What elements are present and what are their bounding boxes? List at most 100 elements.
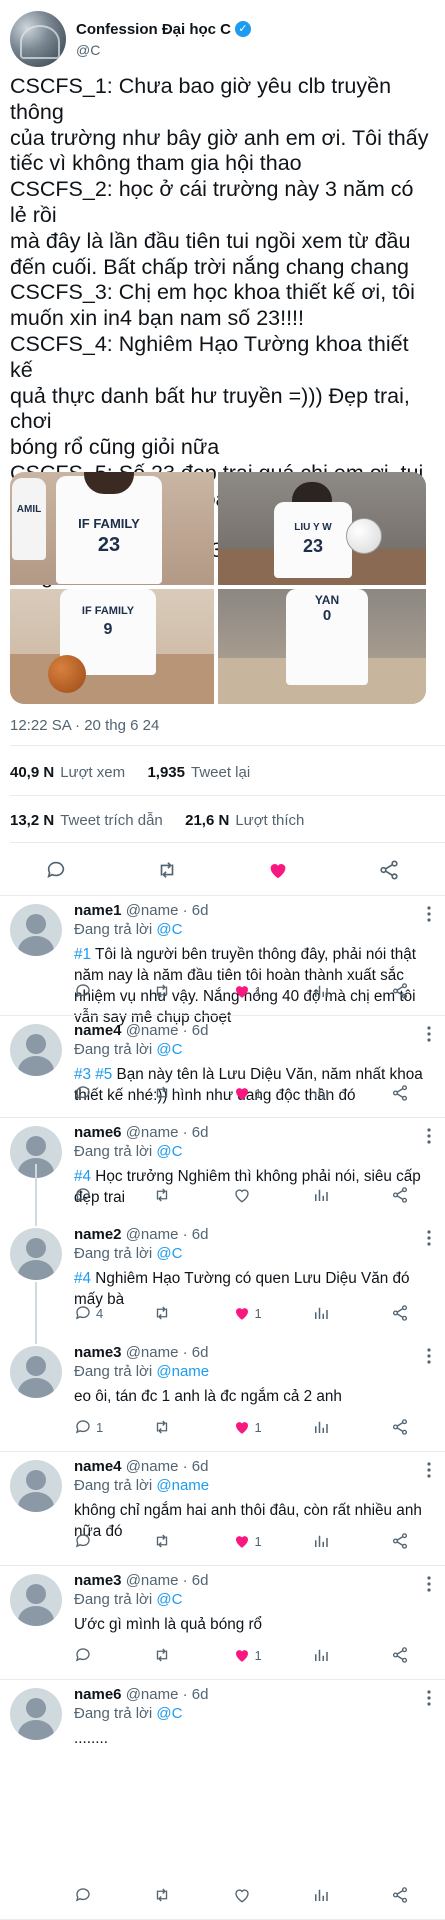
reply-avatar[interactable] — [10, 1346, 62, 1398]
more-options-icon[interactable] — [427, 1462, 431, 1478]
more-options-icon[interactable] — [427, 1230, 431, 1246]
hashtag-link[interactable]: #3 #5 — [74, 1066, 112, 1083]
like-button[interactable]: 1 — [233, 1084, 273, 1102]
hashtag-link[interactable]: #4 — [74, 1168, 91, 1185]
reply-button[interactable]: 4 — [74, 1304, 114, 1322]
more-options-icon[interactable] — [427, 1026, 431, 1042]
account-name[interactable]: Confession Đại học C — [76, 21, 231, 38]
likes-count[interactable]: 21,6 N — [185, 812, 229, 829]
share-button[interactable] — [391, 1886, 431, 1904]
account-avatar[interactable] — [10, 11, 66, 67]
share-button[interactable] — [391, 982, 431, 1000]
tweet-text-line: CSCFS_3: Chị em học khoa thiết kế ơi, tô… — [10, 280, 415, 305]
like-button[interactable]: 1 — [233, 982, 273, 1000]
reply-author-name[interactable]: name1 — [74, 902, 122, 919]
reply-author-name[interactable]: name6 — [74, 1686, 122, 1703]
media-photo-1[interactable]: AMIL IF FAMILY 23 — [10, 472, 214, 585]
views-button[interactable] — [312, 982, 352, 1000]
account-name-row[interactable]: Confession Đại học C ✓ — [76, 21, 252, 38]
retweet-button[interactable] — [153, 1532, 193, 1550]
retweet-button[interactable] — [153, 1646, 193, 1664]
replying-to-handle-link[interactable]: @C — [156, 921, 182, 938]
replying-to-handle-link[interactable]: @name — [156, 1363, 209, 1380]
reply-button[interactable]: 1 — [74, 1418, 114, 1436]
replying-to-handle-link[interactable]: @C — [156, 1041, 182, 1058]
reply-author-name[interactable]: name2 — [74, 1226, 122, 1243]
reply-button[interactable] — [74, 1186, 114, 1204]
views-button[interactable] — [312, 1418, 352, 1436]
like-button[interactable]: 1 — [233, 1532, 273, 1550]
reply-age: 6d — [191, 1572, 209, 1589]
reply-button[interactable] — [74, 1646, 114, 1664]
retweet-button[interactable] — [153, 1186, 193, 1204]
hashtag-link[interactable]: #1 — [74, 946, 91, 963]
reply-button[interactable] — [74, 1886, 114, 1904]
reply-author-name[interactable]: name4 — [74, 1458, 122, 1475]
quotes-count[interactable]: 13,2 N — [10, 812, 54, 829]
reply-button[interactable] — [74, 1532, 114, 1550]
replying-to-handle-link[interactable]: @name — [156, 1477, 209, 1494]
like-button[interactable] — [260, 852, 296, 888]
reply-button[interactable] — [74, 1084, 114, 1102]
media-photo-3[interactable]: IF FAMILY 9 — [10, 589, 214, 704]
reply-author-name[interactable]: name3 — [74, 1572, 122, 1589]
likes-label[interactable]: Lượt thích — [235, 812, 304, 829]
like-button[interactable]: 1 — [233, 1646, 273, 1664]
views-button[interactable] — [312, 1186, 352, 1204]
retweet-button[interactable] — [149, 852, 185, 888]
share-button[interactable] — [391, 1532, 431, 1550]
quotes-label[interactable]: Tweet trích dẫn — [60, 812, 163, 829]
more-options-icon[interactable] — [427, 1690, 431, 1706]
reply-avatar[interactable] — [10, 1574, 62, 1626]
share-button[interactable] — [391, 1304, 431, 1322]
replying-label: Đang trả lời — [74, 1705, 153, 1722]
more-options-icon[interactable] — [427, 1128, 431, 1144]
replying-to-handle-link[interactable]: @C — [156, 1705, 182, 1722]
retweet-button[interactable] — [153, 1418, 193, 1436]
tweet-timestamp[interactable]: 12:22 SA · 20 thg 6 24 — [10, 717, 159, 734]
more-options-icon[interactable] — [427, 1576, 431, 1592]
reply-author-name[interactable]: name3 — [74, 1344, 122, 1361]
share-button[interactable] — [391, 1084, 431, 1102]
retweet-button[interactable] — [153, 982, 193, 1000]
replying-to-line: Đang trả lời @C — [74, 1245, 437, 1262]
reply-button[interactable] — [74, 982, 114, 1000]
views-button[interactable] — [312, 1646, 352, 1664]
reply-author-name[interactable]: name6 — [74, 1124, 122, 1141]
like-button[interactable] — [233, 1886, 273, 1904]
more-options-icon[interactable] — [427, 1348, 431, 1364]
views-button[interactable] — [312, 1084, 352, 1102]
reply-body: name3 @name · 6d Đang trả lời @C Ước gì mì… — [74, 1572, 437, 1635]
share-button[interactable] — [371, 852, 407, 888]
reply-avatar[interactable] — [10, 1024, 62, 1076]
replying-to-handle-link[interactable]: @C — [156, 1591, 182, 1608]
retweet-button[interactable] — [153, 1084, 193, 1102]
retweets-count[interactable]: 1,935 — [147, 764, 185, 781]
media-photo-4[interactable]: YAN 0 — [218, 589, 426, 704]
share-button[interactable] — [391, 1646, 431, 1664]
account-handle: @C — [76, 41, 101, 58]
retweet-button[interactable] — [153, 1304, 193, 1322]
views-button[interactable] — [312, 1304, 352, 1322]
reply-avatar[interactable] — [10, 904, 62, 956]
views-button[interactable] — [312, 1886, 352, 1904]
reply-author-name[interactable]: name4 — [74, 1022, 122, 1039]
reply-avatar[interactable] — [10, 1460, 62, 1512]
reply-author-handle: @name — [125, 1344, 179, 1361]
more-options-icon[interactable] — [427, 906, 431, 922]
like-button[interactable]: 1 — [233, 1418, 273, 1436]
share-button[interactable] — [391, 1186, 431, 1204]
media-photo-2[interactable]: LIU Y W 23 — [218, 472, 426, 585]
retweets-label[interactable]: Tweet lại — [191, 764, 250, 781]
hashtag-link[interactable]: #4 — [74, 1270, 91, 1287]
replying-to-handle-link[interactable]: @C — [156, 1143, 182, 1160]
replying-to-handle-link[interactable]: @C — [156, 1245, 182, 1262]
views-button[interactable] — [312, 1532, 352, 1550]
reply-avatar[interactable] — [10, 1228, 62, 1280]
like-button[interactable] — [233, 1186, 273, 1204]
reply-avatar[interactable] — [10, 1688, 62, 1740]
retweet-button[interactable] — [153, 1886, 193, 1904]
share-button[interactable] — [391, 1418, 431, 1436]
like-button[interactable]: 1 — [233, 1304, 273, 1322]
reply-button[interactable] — [38, 852, 74, 888]
